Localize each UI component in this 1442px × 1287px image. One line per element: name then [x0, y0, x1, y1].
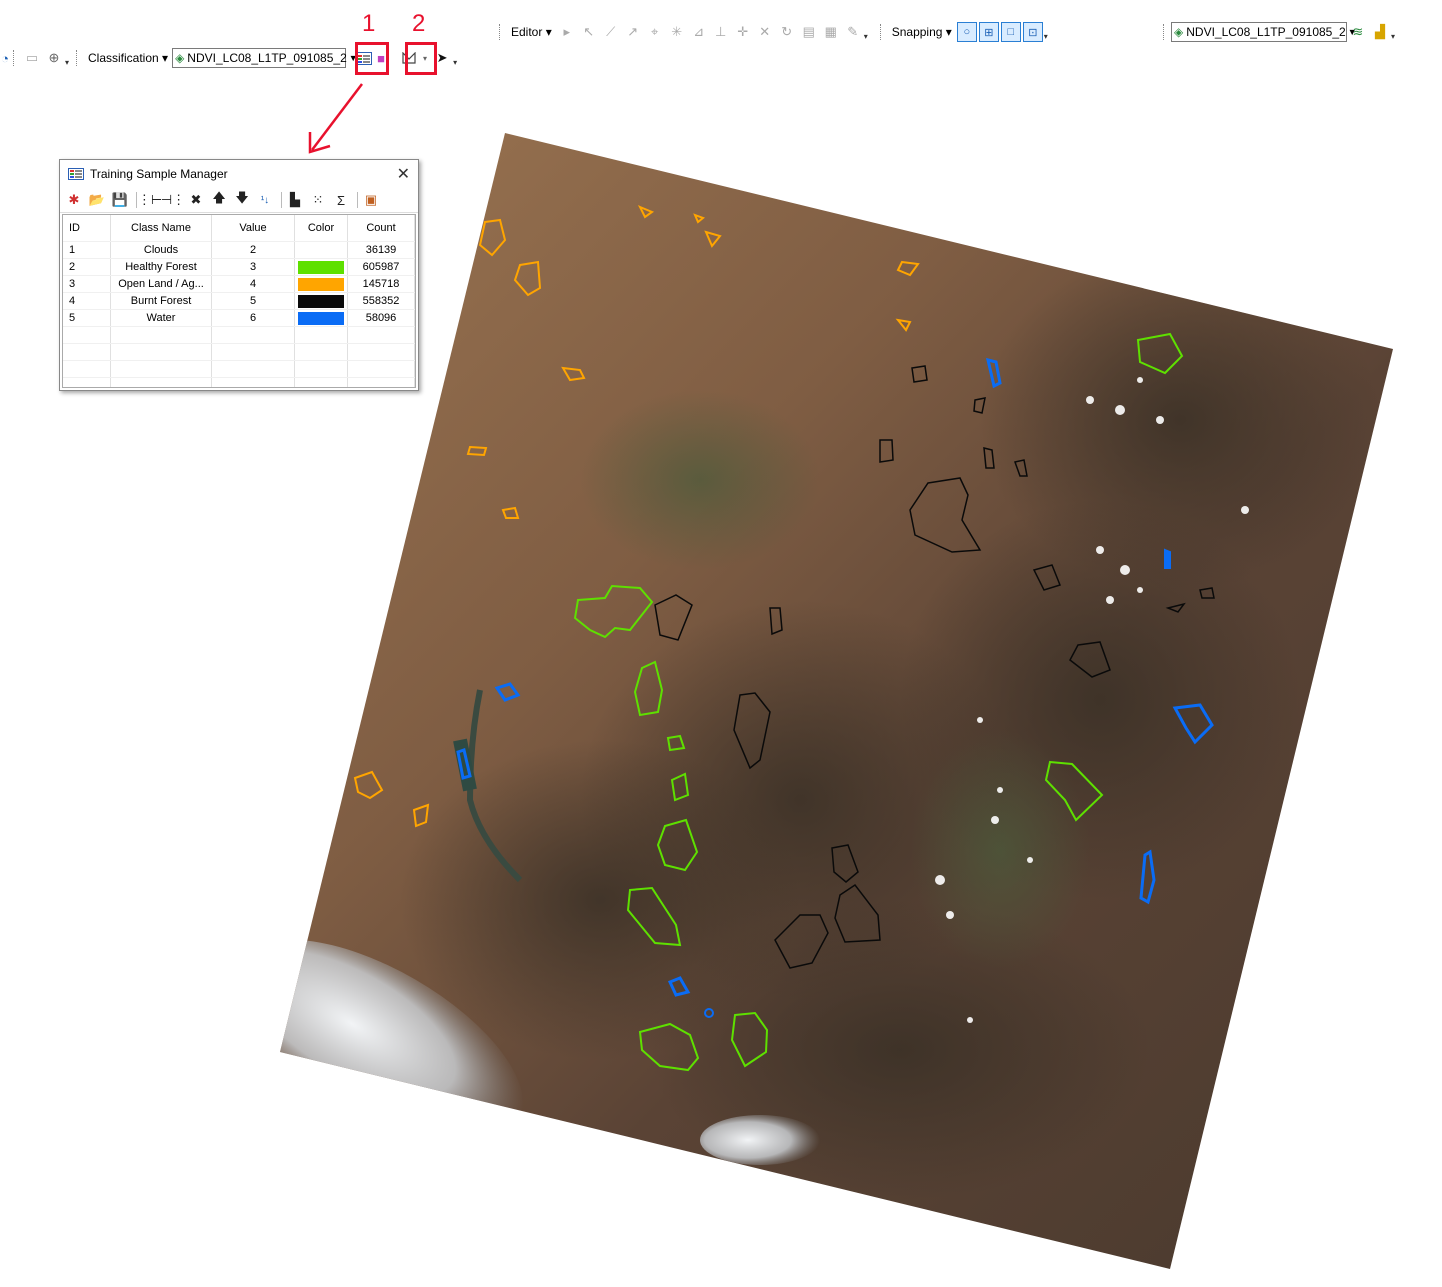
toolbar-separator	[357, 192, 358, 208]
reset-class-values-icon[interactable]: ¹↓	[255, 190, 275, 210]
column-header-class-name[interactable]: Class Name	[110, 215, 212, 242]
row-count: 558352	[347, 292, 415, 310]
dialog-title: Training Sample Manager	[90, 167, 228, 181]
row-class-name[interactable]: Clouds	[110, 241, 212, 259]
row-id: 2	[63, 258, 111, 276]
training-sample-manager-dialog: Training Sample Manager ✕ ✱ 📂 💾 ⋮⊢ ⊣⋮ ✖ …	[59, 159, 419, 391]
row-value[interactable]: 6	[211, 309, 295, 327]
training-samples-table: ID Class Name Value Color Count 1 Clouds…	[62, 214, 416, 388]
row-count: 36139	[347, 241, 415, 259]
move-down-icon[interactable]: 🡇	[232, 190, 252, 210]
color-swatch	[298, 311, 344, 325]
row-id: 1	[63, 241, 111, 259]
histogram-icon[interactable]: ▙	[285, 190, 305, 210]
row-class-name[interactable]: Burnt Forest	[110, 292, 212, 310]
dialog-toolbar: ✱ 📂 💾 ⋮⊢ ⊣⋮ ✖ 🡅 🡇 ¹↓ ▙ ⁙ Σ ▣	[60, 188, 418, 213]
empty-row	[63, 377, 415, 387]
table-row[interactable]: 3 Open Land / Ag... 4 145718	[63, 275, 415, 293]
new-training-samples-icon[interactable]: ✱	[64, 190, 84, 210]
row-value[interactable]: 3	[211, 258, 295, 276]
create-signature-file-icon[interactable]: ▣	[361, 190, 381, 210]
training-sample-manager-icon	[68, 168, 84, 180]
row-id: 3	[63, 275, 111, 293]
table-row[interactable]: 2 Healthy Forest 3 605987	[63, 258, 415, 276]
table-header-row: ID Class Name Value Color Count	[63, 215, 415, 242]
color-swatch	[298, 243, 344, 257]
open-folder-icon[interactable]: 📂	[87, 190, 107, 210]
row-count: 145718	[347, 275, 415, 293]
color-swatch	[298, 260, 344, 274]
row-color[interactable]	[294, 309, 348, 327]
row-count: 58096	[347, 309, 415, 327]
column-header-id[interactable]: ID	[63, 215, 111, 242]
statistics-icon[interactable]: Σ	[331, 190, 351, 210]
column-header-value[interactable]: Value	[211, 215, 295, 242]
table-row[interactable]: 4 Burnt Forest 5 558352	[63, 292, 415, 310]
save-icon[interactable]: 💾	[110, 190, 130, 210]
row-color[interactable]	[294, 241, 348, 259]
scatterplot-icon[interactable]: ⁙	[308, 190, 328, 210]
column-header-color[interactable]: Color	[294, 215, 348, 242]
row-class-name[interactable]: Healthy Forest	[110, 258, 212, 276]
row-color[interactable]	[294, 292, 348, 310]
row-id: 5	[63, 309, 111, 327]
delete-icon[interactable]: ✖	[186, 190, 206, 210]
color-swatch	[298, 277, 344, 291]
color-swatch	[298, 294, 344, 308]
empty-row	[63, 343, 415, 361]
empty-row	[63, 360, 415, 378]
move-up-icon[interactable]: 🡅	[209, 190, 229, 210]
merge-classes-icon[interactable]: ⋮⊢	[138, 190, 162, 210]
toolbar-separator	[281, 192, 282, 208]
toolbar-separator	[136, 192, 137, 208]
row-class-name[interactable]: Water	[110, 309, 212, 327]
empty-row	[63, 326, 415, 344]
row-value[interactable]: 4	[211, 275, 295, 293]
row-id: 4	[63, 292, 111, 310]
split-class-icon[interactable]: ⊣⋮	[161, 190, 185, 210]
close-icon[interactable]: ✕	[397, 164, 410, 184]
row-value[interactable]: 5	[211, 292, 295, 310]
table-row[interactable]: 5 Water 6 58096	[63, 309, 415, 327]
row-class-name[interactable]: Open Land / Ag...	[110, 275, 212, 293]
row-value[interactable]: 2	[211, 241, 295, 259]
column-header-count[interactable]: Count	[347, 215, 415, 242]
table-row[interactable]: 1 Clouds 2 36139	[63, 241, 415, 259]
row-color[interactable]	[294, 258, 348, 276]
dialog-title-bar[interactable]: Training Sample Manager	[60, 160, 418, 188]
row-color[interactable]	[294, 275, 348, 293]
row-count: 605987	[347, 258, 415, 276]
